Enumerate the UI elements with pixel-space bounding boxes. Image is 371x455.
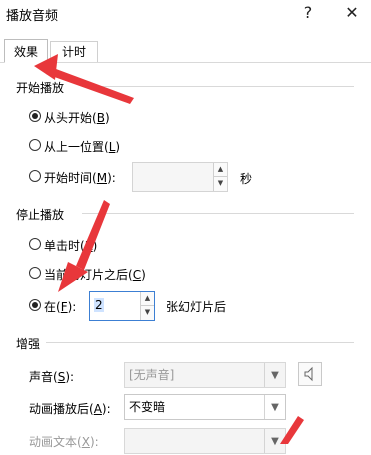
annotation-arrow <box>280 416 304 444</box>
annotation-arrows <box>34 54 304 444</box>
annotation-arrow <box>58 200 110 292</box>
annotation-arrow <box>34 54 134 104</box>
